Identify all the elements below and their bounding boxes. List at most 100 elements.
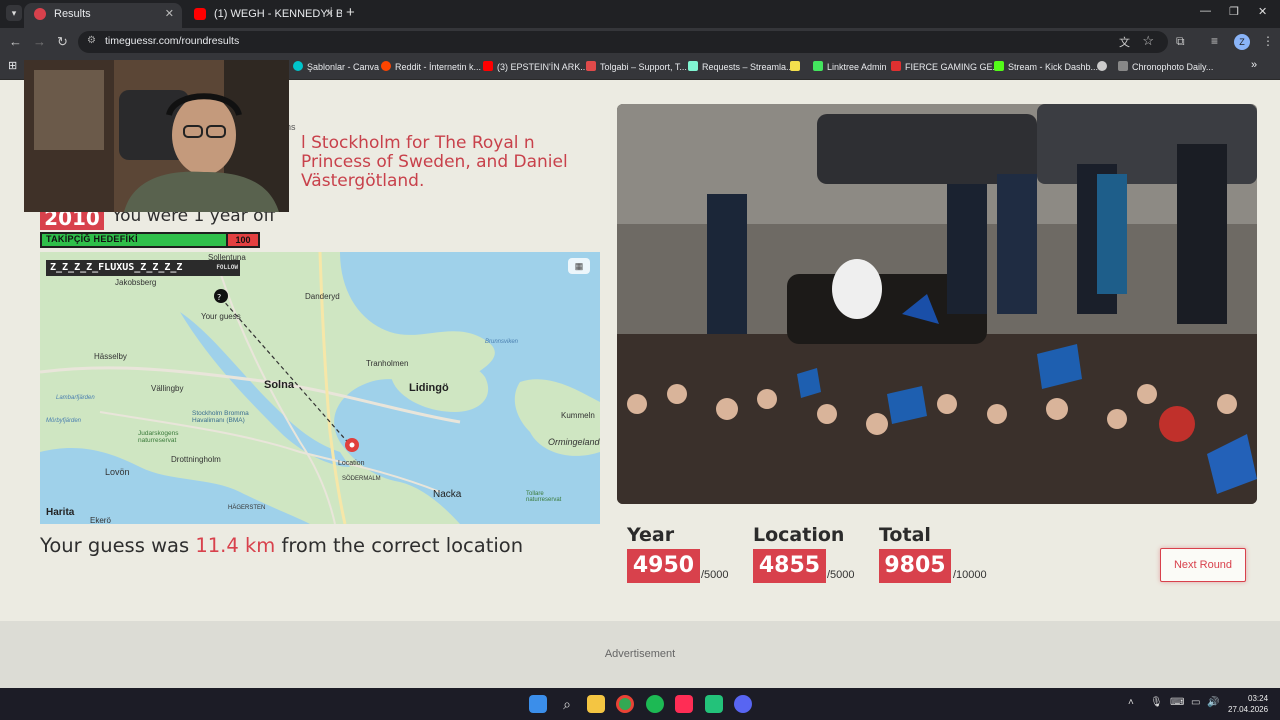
volume-icon[interactable]: 🔊 — [1207, 697, 1219, 708]
your-guess-label: Your guess — [201, 312, 241, 321]
attribution-text: Harita — [46, 507, 75, 518]
site-info-icon[interactable]: ⚙ — [87, 35, 96, 46]
map-label: Hässelby — [94, 352, 127, 361]
bookmark-label: Chronophoto Daily... — [1132, 62, 1214, 72]
translate-icon[interactable]: 文 — [1119, 34, 1130, 50]
webcam-overlay — [24, 60, 289, 212]
map-label: HÄGERSTEN — [228, 505, 266, 511]
github-icon — [1097, 61, 1107, 71]
apple-maps-attribution: Harita — [46, 507, 74, 518]
map-label: Solna — [264, 379, 294, 391]
map-label: Lambarfjärden — [56, 395, 95, 401]
kick-icon — [994, 61, 1004, 71]
search-icon[interactable]: ⌕ — [558, 695, 576, 713]
apps-icon[interactable]: ⊞ — [8, 59, 17, 72]
year-score-max: /5000 — [701, 569, 729, 581]
map-label: Lovön — [105, 467, 130, 477]
spotify-icon[interactable] — [646, 695, 664, 713]
map-label: Brunnsviken — [485, 339, 519, 345]
follower-goal-value: 100 — [228, 234, 258, 246]
windows-taskbar: ⌕ ˄ 🎙 ⌨ ▭ 🔊 03:24 27.04.2026 — [0, 688, 1280, 720]
map-label: SÖDERMALM — [342, 476, 381, 482]
advertisement-band: Advertisement — [0, 621, 1280, 688]
map-label: Drottningholm — [171, 455, 221, 464]
streamer-nick-overlay: Z_Z_Z_Z_FLUXUS_Z_Z_Z_Z FOLLOW — [46, 260, 240, 276]
bookmark-kick[interactable]: Stream - Kick Dashb... — [994, 61, 1098, 72]
close-tab-icon[interactable]: ✕ — [325, 3, 334, 25]
follower-goal-overlay: TAKİPÇİĞ HEDEFİKİ 100 — [40, 232, 260, 248]
extensions-icon[interactable]: ⧉ — [1176, 34, 1185, 49]
bookmark-linktree[interactable]: Linktree Admin — [813, 61, 887, 72]
bookmark-canva[interactable]: Şablonlar - Canva — [293, 61, 379, 72]
back-icon[interactable]: ← — [9, 34, 22, 49]
tab-results[interactable]: Results ✕ — [24, 3, 182, 28]
windows-start-icon[interactable] — [529, 695, 547, 713]
streaming-app-icon[interactable] — [675, 695, 693, 713]
url-bar[interactable]: ⚙ timeguessr.com/roundresults 文 ☆ — [78, 31, 1168, 53]
taskbar-clock[interactable]: 03:24 27.04.2026 — [1228, 693, 1268, 715]
year-score: Year 4950 /5000 — [627, 524, 729, 583]
tray-overflow-icon[interactable]: ˄ — [1128, 697, 1134, 708]
map-label: Nacka — [433, 489, 462, 500]
tab-label: Results — [54, 8, 91, 20]
bookmark-label: Stream - Kick Dashb... — [1008, 62, 1099, 72]
next-round-button[interactable]: Next Round — [1160, 548, 1246, 582]
tab-youtube[interactable]: (1) WEGH - KENNEDY'İ BEN VU ✕ — [184, 3, 342, 28]
map-label: Sollentuna — [208, 253, 246, 262]
round-photo-image — [617, 104, 1257, 504]
total-score-value: 9805 — [879, 549, 951, 583]
bookmark-reddit[interactable]: Reddit - İnternetin k... — [381, 61, 481, 72]
profile-avatar[interactable]: Z — [1234, 34, 1250, 50]
restore-icon[interactable]: ❐ — [1229, 5, 1239, 18]
new-tab-icon[interactable]: + — [346, 4, 355, 21]
bookmark-streamlabs[interactable]: Requests – Streamla... — [688, 61, 794, 72]
close-window-icon[interactable]: ✕ — [1258, 5, 1267, 18]
map-label: Mörbyfjärden — [46, 418, 82, 424]
bookmark-label: (3) EPSTEIN'İN ARK... — [497, 62, 588, 72]
location-score-value: 4855 — [753, 549, 826, 583]
minimize-icon[interactable]: — — [1200, 5, 1211, 17]
media-control-icon[interactable]: ≡ — [1211, 34, 1218, 48]
bookmark-youtube[interactable]: (3) EPSTEIN'İN ARK... — [483, 61, 588, 72]
forward-icon[interactable]: → — [33, 34, 46, 49]
bookmark-chronophoto[interactable]: Chronophoto Daily... — [1118, 61, 1213, 72]
location-label: Location — [338, 460, 365, 467]
round-photo — [617, 104, 1257, 504]
bookmark-label: FIERCE GAMING GE... — [905, 62, 1001, 72]
browser-tab-strip: ▾ Results ✕ (1) WEGH - KENNEDY'İ BEN VU … — [0, 0, 1280, 28]
nick-tag: FOLLOW — [216, 264, 238, 271]
bookmark-unknown[interactable] — [790, 61, 804, 72]
discord-icon[interactable] — [734, 695, 752, 713]
more-bookmarks-icon[interactable]: » — [1251, 59, 1257, 71]
menu-icon[interactable]: ⋮ — [1262, 34, 1274, 48]
clock-date: 27.04.2026 — [1228, 705, 1269, 714]
microphone-icon[interactable]: 🎙 — [1150, 697, 1163, 708]
tab-search-icon[interactable]: ▾ — [6, 5, 22, 21]
reload-icon[interactable]: ↻ — [57, 34, 68, 50]
guess-suffix: from the correct location — [275, 534, 524, 557]
map-label: Stockholm Bromma Havalimanı (BMA) — [192, 410, 249, 424]
app-icon[interactable] — [705, 695, 723, 713]
close-tab-icon[interactable]: ✕ — [165, 3, 174, 25]
year-score-label: Year — [627, 524, 675, 546]
network-icon[interactable]: ▭ — [1191, 697, 1200, 708]
bookmark-fierce[interactable]: FIERCE GAMING GE... — [891, 61, 1000, 72]
location-score-max: /5000 — [827, 569, 855, 581]
photo-description: l Stockholm for The Royal n Princess of … — [301, 133, 568, 191]
location-score-label: Location — [753, 524, 845, 546]
map-type-button[interactable]: ▦ — [568, 258, 590, 274]
address-toolbar: ← → ↻ ⚙ timeguessr.com/roundresults 文 ☆ … — [0, 28, 1280, 56]
chronophoto-icon — [1118, 61, 1128, 71]
bookmark-star-icon[interactable]: ☆ — [1142, 33, 1154, 49]
follower-goal-label: TAKİPÇİĞ HEDEFİKİ — [46, 234, 138, 244]
total-score: Total 9805 /10000 — [879, 524, 987, 583]
chrome-icon[interactable] — [616, 695, 634, 713]
result-map[interactable]: ? Z_Z_Z_Z_FLUXUS_Z_Z_Z_Z FOLLOW ▦ Jakobs… — [40, 252, 600, 524]
file-explorer-icon[interactable] — [587, 695, 605, 713]
canva-icon — [293, 61, 303, 71]
bookmark-github[interactable] — [1097, 61, 1111, 72]
keyboard-icon[interactable]: ⌨ — [1170, 697, 1184, 708]
map-label: Vällingby — [151, 384, 184, 393]
bookmark-tolgabi[interactable]: Tolgabi – Support, T... — [586, 61, 687, 72]
reddit-icon — [381, 61, 391, 71]
